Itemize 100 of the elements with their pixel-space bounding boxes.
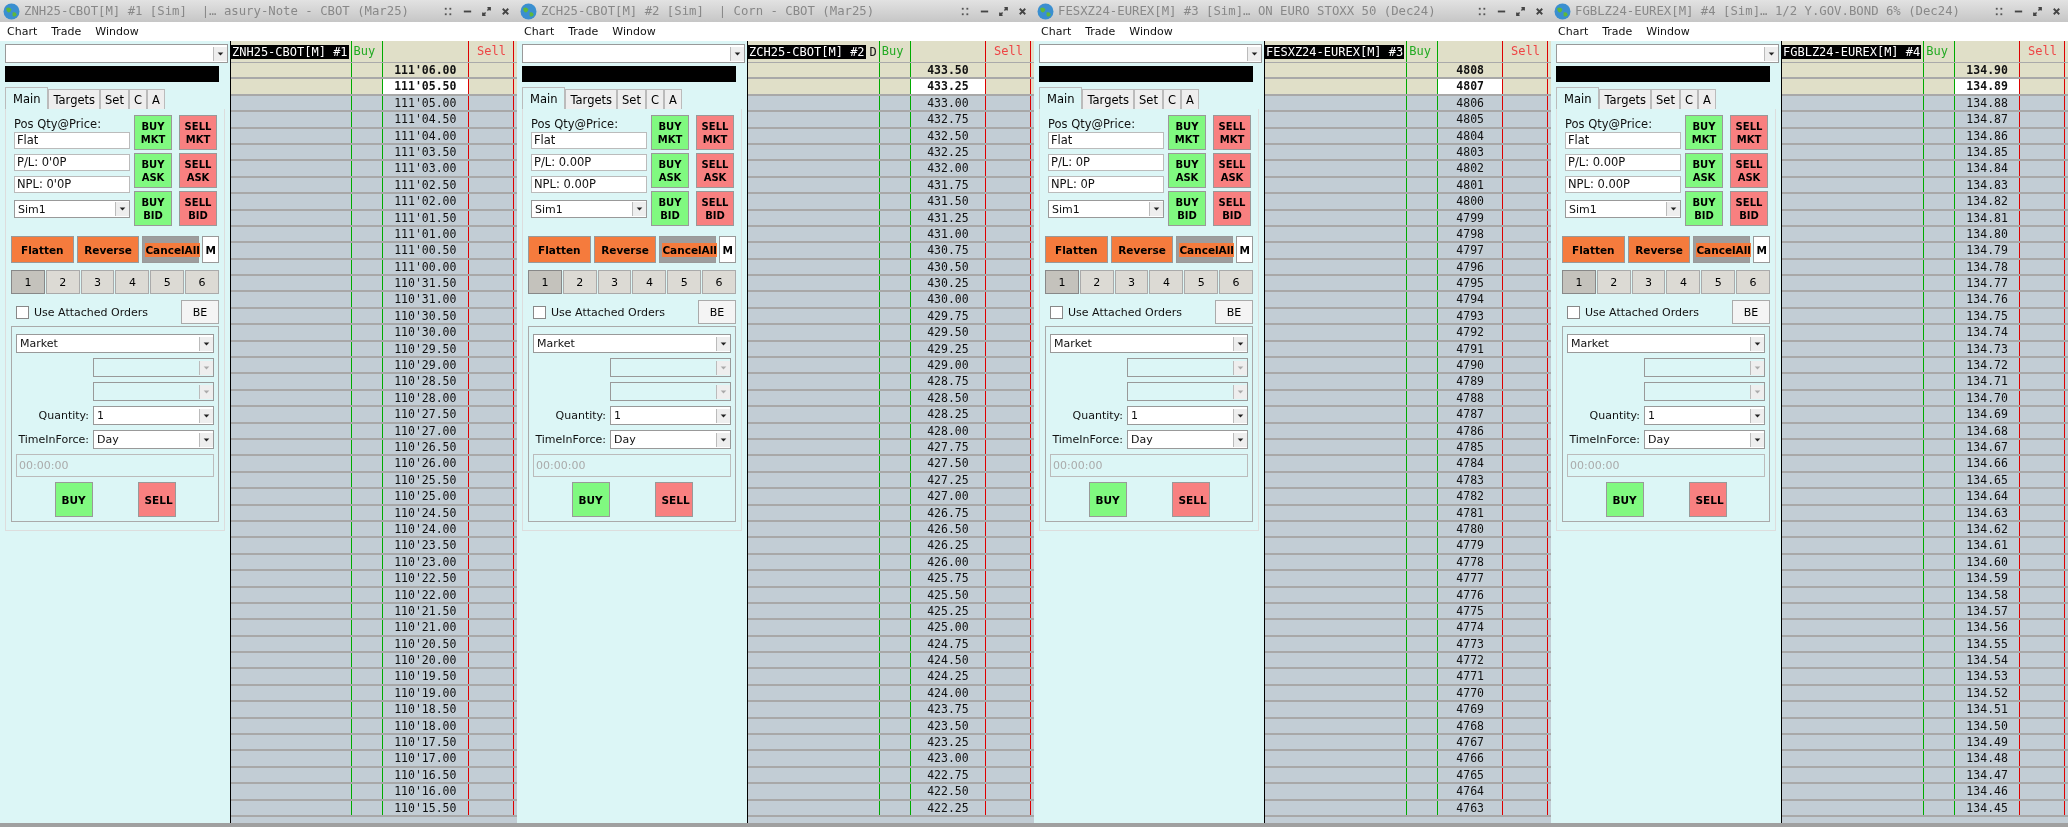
sell-cell[interactable] (985, 112, 1031, 127)
sell-cell[interactable] (2019, 521, 2065, 537)
sell-cell[interactable] (468, 210, 514, 225)
sell-button[interactable]: SELL (1171, 482, 1210, 517)
price-cell[interactable]: 4769 (1456, 702, 1484, 717)
price-cell[interactable]: 134.86 (1966, 128, 2008, 143)
price-cell[interactable]: 110'30.00 (394, 325, 457, 340)
price-cell[interactable]: 110'30.50 (394, 308, 457, 323)
sell-cell[interactable] (1502, 308, 1548, 324)
price-cell[interactable]: 111'01.00 (394, 226, 457, 241)
sell-cell[interactable] (2019, 358, 2065, 373)
sell-cell[interactable] (468, 341, 514, 357)
sell-cell[interactable] (985, 144, 1031, 160)
page-tab[interactable]: 2 (1596, 270, 1631, 294)
sell-cell[interactable] (985, 243, 1031, 258)
sell-cell[interactable] (1502, 489, 1548, 504)
quick-order-button[interactable]: BUY MKT (651, 115, 689, 150)
price-cell[interactable]: 134.80 (1966, 226, 2008, 241)
price-cell[interactable]: 4780 (1456, 521, 1484, 536)
buy-button[interactable]: BUY (571, 482, 610, 517)
price-cell[interactable]: 110'19.00 (394, 685, 457, 700)
quick-order-button[interactable]: BUY BID (134, 191, 172, 226)
sell-cell[interactable] (985, 210, 1031, 225)
menu-item[interactable]: Window (95, 25, 139, 38)
price-cell[interactable]: 432.50 (927, 128, 969, 143)
sell-cell[interactable] (468, 767, 514, 783)
sell-cell[interactable] (2019, 243, 2065, 258)
sell-cell[interactable] (468, 718, 514, 733)
action-button[interactable]: M (1236, 236, 1253, 263)
sell-cell[interactable] (468, 735, 514, 750)
price-cell[interactable]: 4770 (1456, 685, 1484, 700)
page-tab[interactable]: 1 (1045, 270, 1079, 294)
sell-cell[interactable] (468, 358, 514, 373)
price-cell[interactable]: 4801 (1456, 177, 1484, 192)
price-cell[interactable]: 4786 (1456, 423, 1484, 438)
sell-cell[interactable] (468, 128, 514, 143)
price-cell[interactable]: 4808 (1456, 63, 1484, 77)
price-cell[interactable]: 4794 (1456, 292, 1484, 307)
sell-cell[interactable] (1502, 292, 1548, 307)
sell-cell[interactable] (985, 800, 1031, 815)
grip-icon[interactable] (1477, 5, 1488, 17)
sell-cell[interactable] (985, 571, 1031, 586)
price-cell[interactable]: 431.75 (927, 177, 969, 192)
price-cell[interactable]: 432.25 (927, 144, 969, 159)
price-cell[interactable]: 111'03.00 (394, 161, 457, 176)
grip-icon[interactable] (1994, 5, 2005, 17)
sell-cell[interactable] (985, 620, 1031, 635)
sell-cell[interactable] (985, 784, 1031, 799)
action-button[interactable]: Reverse (1627, 236, 1691, 263)
tab[interactable]: Set (1134, 89, 1163, 109)
price-cell[interactable]: 428.50 (927, 390, 969, 405)
price-cell[interactable]: 111'03.50 (394, 144, 457, 159)
price-cell[interactable]: 110'18.00 (394, 718, 457, 733)
quick-order-button[interactable]: SELL ASK (1213, 153, 1251, 188)
sell-cell[interactable] (985, 423, 1031, 438)
sell-cell[interactable] (985, 735, 1031, 750)
price-cell[interactable]: 134.60 (1966, 554, 2008, 569)
menu-item[interactable]: Trade (568, 25, 599, 38)
sell-cell[interactable] (1502, 538, 1548, 553)
page-tab[interactable]: 5 (1184, 270, 1219, 294)
price-cell[interactable]: 134.84 (1966, 161, 2008, 176)
sell-cell[interactable] (2019, 718, 2065, 733)
sell-cell[interactable] (468, 407, 514, 422)
price-cell[interactable]: 4798 (1456, 226, 1484, 241)
price-cell[interactable]: 4771 (1456, 669, 1484, 684)
sell-cell[interactable] (1502, 603, 1548, 619)
price-cell[interactable]: 110'24.50 (394, 505, 457, 520)
time-in-force-dropdown[interactable]: Day (1644, 430, 1765, 449)
price-cell[interactable]: 110'17.00 (394, 751, 457, 766)
quick-order-button[interactable]: SELL BID (696, 191, 734, 226)
menu-item[interactable]: Chart (524, 25, 555, 38)
sell-cell[interactable] (468, 390, 514, 406)
price-cell[interactable]: 110'15.50 (394, 800, 457, 815)
sell-cell[interactable] (2019, 128, 2065, 143)
price-cell[interactable]: 429.50 (927, 325, 969, 340)
cancel-all-button[interactable]: CancelAll (142, 236, 200, 263)
price-cell[interactable]: 110'21.00 (394, 620, 457, 635)
price-cell[interactable]: 110'16.50 (394, 767, 457, 782)
quantity-dropdown[interactable]: 1 (93, 406, 214, 425)
price-cell[interactable]: 110'31.00 (394, 292, 457, 307)
price-cell[interactable]: 4790 (1456, 358, 1484, 373)
sell-cell[interactable] (468, 63, 514, 78)
page-tab[interactable]: 4 (1666, 270, 1701, 294)
sell-cell[interactable] (2019, 423, 2065, 438)
sell-cell[interactable] (1502, 243, 1548, 258)
price-cell[interactable]: 111'04.50 (394, 112, 457, 127)
sell-cell[interactable] (468, 538, 514, 553)
sell-cell[interactable] (1502, 800, 1548, 815)
instrument-dropdown[interactable] (522, 44, 745, 63)
tab[interactable]: Targets (565, 89, 618, 109)
price-cell[interactable]: 4785 (1456, 440, 1484, 454)
sell-cell[interactable] (1502, 390, 1548, 406)
price-cell[interactable]: 134.57 (1966, 603, 2008, 618)
price-cell[interactable]: 134.64 (1966, 489, 2008, 504)
quick-order-button[interactable]: BUY BID (651, 191, 689, 226)
price-cell[interactable]: 429.25 (927, 341, 969, 356)
close-icon[interactable] (2051, 5, 2062, 17)
price-cell[interactable]: 425.50 (927, 587, 969, 602)
price-cell[interactable]: 134.55 (1966, 636, 2008, 651)
be-button[interactable]: BE (1732, 300, 1770, 324)
